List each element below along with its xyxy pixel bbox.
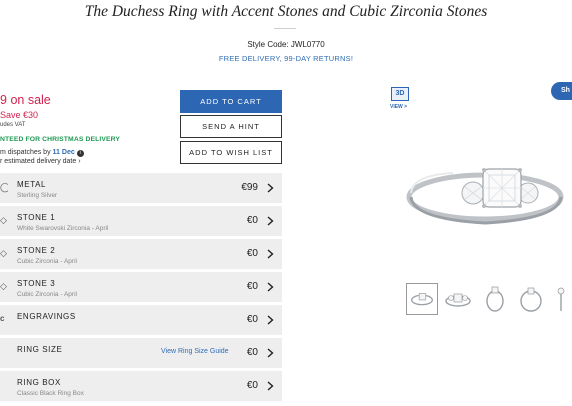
estimate-label: r estimated delivery date bbox=[0, 158, 77, 165]
stone-icon: ◇ bbox=[0, 248, 7, 258]
send-hint-button[interactable]: SEND A HINT bbox=[180, 115, 282, 138]
option-price: €99 bbox=[241, 182, 258, 193]
style-code: Style Code: JWL0770 bbox=[247, 40, 325, 49]
option-sub: White Swarovski Zirconia - April bbox=[17, 225, 109, 232]
stone-icon: ◇ bbox=[0, 215, 7, 225]
chevron-right-icon: › bbox=[78, 158, 81, 165]
option-label: RING BOX bbox=[17, 378, 61, 387]
chevron-right-icon bbox=[267, 249, 274, 259]
thumbnail-angled-view[interactable] bbox=[406, 283, 438, 315]
option-label: METAL bbox=[17, 180, 47, 189]
option-label: STONE 1 bbox=[17, 213, 56, 222]
option-label: ENGRAVINGS bbox=[17, 312, 76, 321]
thumbnail-strip bbox=[406, 283, 572, 316]
option-sub: Cubic Zirconia - April bbox=[17, 291, 77, 298]
price-value: 9 bbox=[0, 93, 7, 107]
share-button[interactable]: Sh bbox=[551, 82, 572, 100]
add-to-wishlist-button[interactable]: ADD TO WISH LIST bbox=[180, 141, 282, 164]
delivery-returns-link[interactable]: FREE DELIVERY, 99-DAY RETURNS! bbox=[0, 54, 572, 63]
view-3d-button[interactable]: 3D bbox=[391, 87, 409, 101]
option-row-stone-3[interactable]: ◇ STONE 3 Cubic Zirconia - April €0 bbox=[0, 272, 282, 302]
option-row-engravings[interactable]: c ENGRAVINGS €0 bbox=[0, 305, 282, 335]
option-label: STONE 2 bbox=[17, 246, 56, 255]
engraving-icon: c bbox=[0, 314, 5, 323]
option-price: €0 bbox=[246, 380, 258, 391]
option-row-ring-box[interactable]: RING BOX Classic Black Ring Box €0 bbox=[0, 371, 282, 401]
option-price: €0 bbox=[246, 347, 258, 358]
add-to-cart-button[interactable]: ADD TO CART bbox=[180, 90, 282, 113]
chevron-right-icon bbox=[267, 315, 274, 325]
thumbnail-profile-view[interactable] bbox=[551, 283, 572, 315]
option-price: €0 bbox=[246, 281, 258, 292]
christmas-delivery-note: NTEED FOR CHRISTMAS DELIVERY bbox=[0, 136, 120, 143]
option-price: €0 bbox=[246, 215, 258, 226]
save-amount: Save €30 bbox=[0, 110, 39, 120]
vat-note: udes VAT bbox=[0, 122, 26, 128]
option-sub: Cubic Zirconia - April bbox=[17, 258, 77, 265]
ring-product-image bbox=[406, 168, 564, 225]
stone-icon: ◇ bbox=[0, 281, 7, 291]
option-price: €0 bbox=[246, 314, 258, 325]
estimated-delivery-link[interactable]: r estimated delivery date › bbox=[0, 158, 81, 165]
option-price: €0 bbox=[246, 248, 258, 259]
option-row-ring-size[interactable]: RING SIZE View Ring Size Guide €0 bbox=[0, 338, 282, 368]
thumbnail-front-view[interactable] bbox=[442, 283, 474, 315]
on-sale-label: on sale bbox=[10, 93, 51, 107]
view-3d-link[interactable]: VIEW > bbox=[390, 104, 407, 110]
price-line: 9 on sale bbox=[0, 93, 51, 107]
dispatch-note: m dispatches by 11 Dec i bbox=[0, 149, 84, 157]
thumbnail-side-view[interactable] bbox=[479, 283, 511, 315]
chevron-right-icon bbox=[267, 216, 274, 226]
chevron-right-icon bbox=[267, 348, 274, 358]
option-row-stone-2[interactable]: ◇ STONE 2 Cubic Zirconia - April €0 bbox=[0, 239, 282, 269]
dispatch-prefix: m dispatches by bbox=[0, 149, 51, 156]
chevron-right-icon bbox=[267, 282, 274, 292]
page-title: The Duchess Ring with Accent Stones and … bbox=[84, 3, 488, 20]
ring-metal-icon: ◯ bbox=[0, 182, 8, 192]
dispatch-date: 11 Dec bbox=[52, 149, 75, 156]
option-sub: Classic Black Ring Box bbox=[17, 390, 84, 397]
option-label: RING SIZE bbox=[17, 345, 63, 354]
option-row-metal[interactable]: ◯ METAL Sterling Silver €99 bbox=[0, 173, 282, 203]
option-row-stone-1[interactable]: ◇ STONE 1 White Swarovski Zirconia - Apr… bbox=[0, 206, 282, 236]
ring-size-guide-link[interactable]: View Ring Size Guide bbox=[161, 348, 229, 355]
option-label: STONE 3 bbox=[17, 279, 56, 288]
info-icon[interactable]: i bbox=[76, 150, 84, 157]
title-divider bbox=[274, 28, 296, 29]
thumbnail-top-view[interactable] bbox=[515, 283, 547, 315]
chevron-right-icon bbox=[267, 381, 274, 391]
chevron-right-icon bbox=[267, 183, 274, 193]
option-sub: Sterling Silver bbox=[17, 192, 58, 199]
